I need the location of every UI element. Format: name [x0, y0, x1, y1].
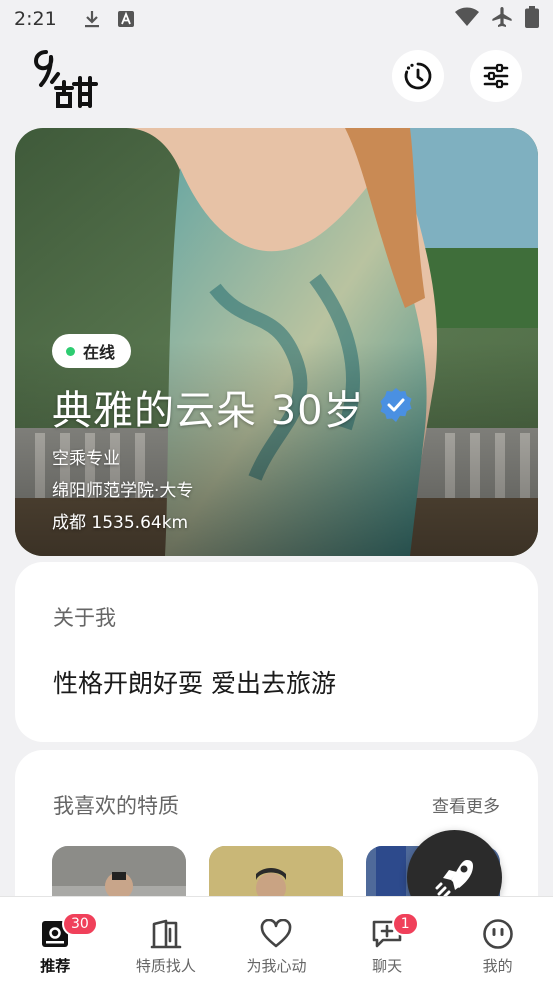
filter-button[interactable] — [470, 50, 522, 102]
profile-name-row: 典雅的云朵 30岁 — [52, 378, 415, 436]
about-me-title: 关于我 — [53, 606, 116, 630]
nav-label-chat: 聊天 — [372, 957, 403, 975]
status-bar: 2:21 — [0, 0, 553, 38]
app-logo — [32, 46, 102, 112]
bottom-nav: 推荐 30 特质找人 为我心动 聊天 1 我的 — [0, 896, 553, 983]
profile-name-age: 典雅的云朵 30岁 — [52, 388, 365, 434]
heart-icon — [260, 917, 292, 951]
nav-label-me: 我的 — [482, 957, 513, 975]
traits-title: 我喜欢的特质 — [53, 794, 179, 818]
profile-card[interactable]: 在线 典雅的云朵 30岁 空乘专业 绵阳师范学院·大专 成都 1535.64km — [15, 128, 538, 556]
history-icon — [404, 62, 432, 90]
see-more-link[interactable]: 查看更多 — [432, 792, 500, 817]
profile-location-distance: 成都 1535.64km — [52, 513, 189, 533]
notification-badge: 1 — [391, 912, 419, 936]
nav-item-chat[interactable]: 聊天 1 — [332, 897, 443, 983]
online-dot — [66, 346, 75, 356]
history-button[interactable] — [392, 50, 444, 102]
airplane-icon — [491, 6, 513, 32]
wifi-icon — [455, 7, 479, 31]
about-me-text: 性格开朗好耍 爱出去旅游 — [53, 669, 336, 698]
battery-icon — [525, 6, 539, 32]
nav-label-likes-me: 为我心动 — [246, 957, 307, 975]
notification-badge: 30 — [62, 912, 98, 936]
nav-item-recommend[interactable]: 推荐 30 — [0, 897, 111, 983]
profile-major: 空乘专业 — [52, 449, 120, 469]
filter-icon — [483, 63, 509, 89]
nav-item-likes-me[interactable]: 为我心动 — [221, 897, 332, 983]
profile-school: 绵阳师范学院·大专 — [52, 481, 194, 501]
verified-icon — [377, 386, 415, 428]
online-status-text: 在线 — [83, 343, 116, 362]
nav-item-me[interactable]: 我的 — [442, 897, 553, 983]
nav-label-recommend: 推荐 — [40, 957, 71, 975]
face-icon — [482, 917, 514, 951]
about-me-card: 关于我 性格开朗好耍 爱出去旅游 — [15, 562, 538, 742]
online-status-badge: 在线 — [52, 334, 132, 368]
door-icon — [150, 917, 182, 951]
nav-label-trait-search: 特质找人 — [135, 957, 196, 975]
a-box-icon — [117, 10, 135, 28]
nav-item-trait-search[interactable]: 特质找人 — [111, 897, 222, 983]
download-icon — [83, 9, 101, 29]
status-time: 2:21 — [14, 8, 57, 30]
app-header — [0, 40, 553, 112]
